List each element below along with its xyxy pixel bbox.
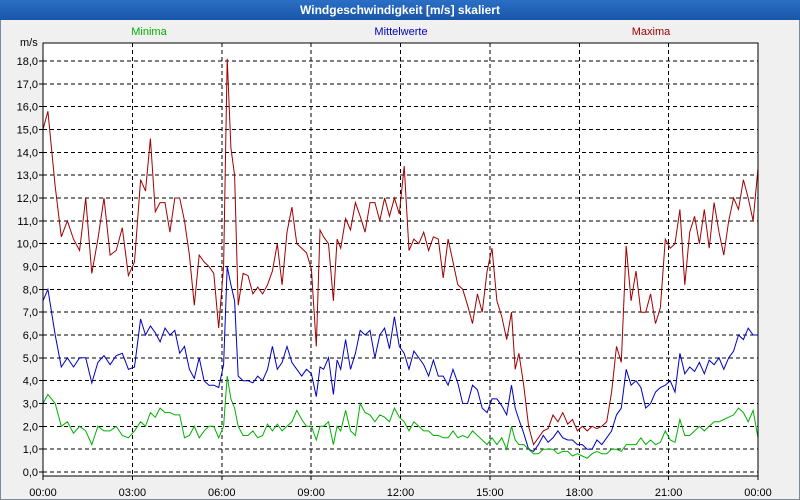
window-title: Windgeschwindigkeit [m/s] skaliert [0,0,800,20]
y-tick-label: 18,0 [17,56,38,68]
x-tick-time: 00:00 [29,487,57,499]
x-tick-time: 12:00 [387,487,415,499]
y-tick-label: 15,0 [17,125,38,137]
y-tick-label: 10,0 [17,239,38,251]
x-tick-time: 09:00 [297,487,325,499]
y-tick-label: 4,0 [23,376,38,388]
legend-maxima: Maxima [632,26,671,38]
x-tick-time: 00:00 [744,487,772,499]
x-tick-time: 03:00 [119,487,147,499]
x-tick-time: 21:00 [655,487,683,499]
y-tick-label: 12,0 [17,193,38,205]
chart-window: 0,0 1,0 2,0 3,0 4,0 5,0 6,0 7,0 8,0 9,0 10,0 11,0 12… [0,20,800,500]
y-tick-label: 17,0 [17,79,38,91]
x-tick-time: 18:00 [565,487,593,499]
legend-minima: Minima [131,26,167,38]
y-tick-label: 9,0 [23,262,38,274]
y-tick-label: 16,0 [17,102,38,114]
y-tick-label: 13,0 [17,170,38,182]
legend-mittelwerte: Mittelwerte [374,26,427,38]
y-tick-label: 5,0 [23,353,38,365]
grid-lines [43,43,758,476]
x-tick-time: 06:00 [208,487,236,499]
y-tick-label: 0,0 [23,467,38,479]
y-tick-label: 8,0 [23,284,38,296]
y-axis-unit: m/s [20,37,38,49]
chart-canvas: 0,0 1,0 2,0 3,0 4,0 5,0 6,0 7,0 8,0 9,0 10,0 11,0 12… [17,26,772,499]
y-tick-label: 3,0 [23,399,38,411]
y-tick-label: 7,0 [23,307,38,319]
y-tick-label: 14,0 [17,147,38,159]
y-tick-label: 1,0 [23,444,38,456]
y-tick-label: 6,0 [23,330,38,342]
y-tick-label: 11,0 [17,216,38,228]
y-tick-label: 2,0 [23,421,38,433]
x-tick-time: 15:00 [476,487,504,499]
